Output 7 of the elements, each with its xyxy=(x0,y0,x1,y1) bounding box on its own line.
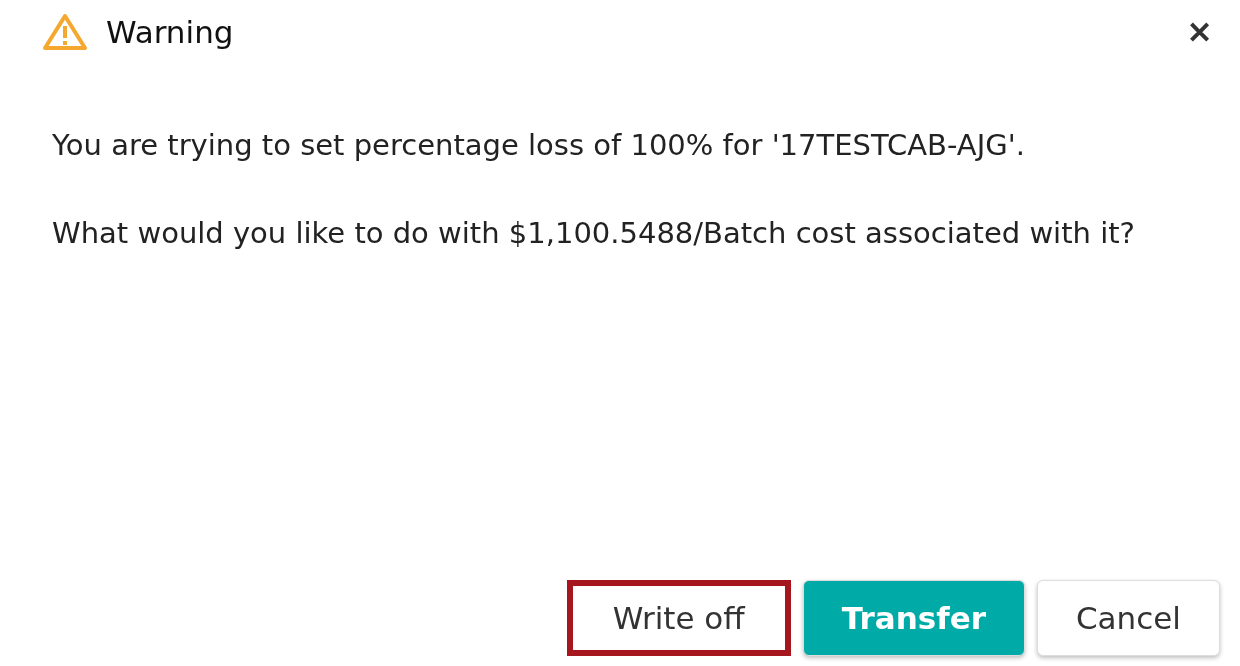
dialog-button[interactable]: Write off xyxy=(566,580,791,656)
dialog-title: Warning xyxy=(106,14,235,50)
warning-icon xyxy=(42,13,88,51)
dialog-button[interactable]: Cancel xyxy=(1036,580,1220,656)
message-text: You are trying to set percentage loss of 100% for '17TESTCAB-AJG'. xyxy=(52,127,1026,164)
message-text: What would you like to do with $1,100.5488/Batch cost associated with it? xyxy=(52,215,1136,252)
close-button[interactable]: ✕ xyxy=(1183,14,1216,50)
